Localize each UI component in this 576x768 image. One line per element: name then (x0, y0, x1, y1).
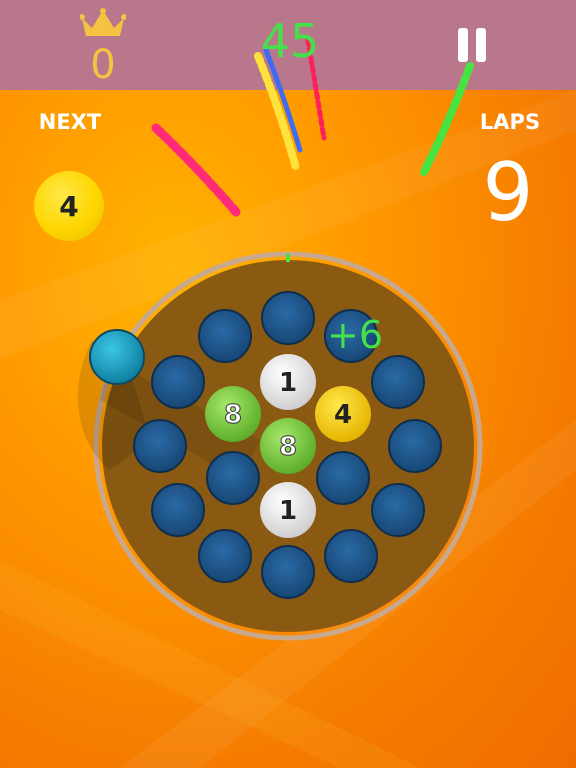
ball-white: 1 (260, 482, 316, 538)
board-slot (388, 419, 442, 473)
shooter-ball[interactable] (89, 329, 145, 385)
ball-green: 8 (260, 418, 316, 474)
board-slot (261, 545, 315, 599)
ball-value: 8 (279, 432, 297, 462)
board-slot (371, 483, 425, 537)
board-slot (198, 529, 252, 583)
board-slot (371, 355, 425, 409)
board-slot (324, 529, 378, 583)
ball-value: 1 (279, 368, 297, 398)
bonus-text: +6 (327, 313, 383, 357)
game-board[interactable]: 1 8 4 8 1 +6 (0, 0, 576, 768)
ball-green: 8 (205, 386, 261, 442)
ball-white: 1 (260, 354, 316, 410)
board-slot (151, 355, 205, 409)
ball-value: 8 (224, 400, 242, 430)
board-slot (261, 291, 315, 345)
board-slot (151, 483, 205, 537)
board-slot (198, 309, 252, 363)
board-slot (206, 451, 260, 505)
board-slot (316, 451, 370, 505)
ball-value: 4 (334, 400, 352, 430)
ball-yellow: 4 (315, 386, 371, 442)
board-slot (133, 419, 187, 473)
ball-value: 1 (279, 496, 297, 526)
